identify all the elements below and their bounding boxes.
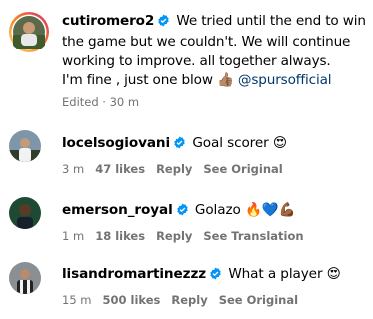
comment-body: lisandromartinezzz What a player 😍 bbox=[62, 266, 341, 284]
fire-heart-muscle-emoji: 🔥💙💪🏾 bbox=[244, 202, 296, 218]
reply-button[interactable]: Reply bbox=[156, 162, 192, 176]
post-caption: cutiromero2 We tried until the end to wi… bbox=[62, 12, 370, 90]
thumbs-up-emoji: 👍🏽 bbox=[216, 72, 234, 88]
mention-link[interactable]: @spursofficial bbox=[238, 72, 332, 88]
comment-body: emerson_royal Golazo 🔥💙💪🏾 bbox=[62, 202, 296, 220]
comment-text: Golazo bbox=[194, 202, 241, 218]
comment-text: Goal scorer bbox=[192, 135, 269, 151]
comment-time: 3 m bbox=[62, 162, 85, 176]
commenter-username[interactable]: emerson_royal bbox=[62, 202, 173, 218]
author-username[interactable]: cutiromero2 bbox=[62, 13, 154, 29]
comment-likes[interactable]: 18 likes bbox=[95, 229, 145, 243]
commenter-avatar[interactable] bbox=[9, 197, 41, 229]
caption-text-line2: I'm fine , just one blow bbox=[62, 72, 213, 88]
comment-likes[interactable]: 47 likes bbox=[95, 162, 145, 176]
comment-meta: 3 m 47 likes Reply See Original bbox=[62, 162, 294, 176]
commenter-avatar[interactable] bbox=[9, 262, 41, 294]
commenter-avatar[interactable] bbox=[9, 130, 41, 162]
see-translation-button[interactable]: See Translation bbox=[203, 229, 303, 243]
verified-badge-icon bbox=[209, 267, 222, 284]
heart-eyes-emoji: 😍 bbox=[272, 135, 287, 151]
heart-eyes-emoji: 😍 bbox=[326, 266, 341, 282]
verified-badge-icon bbox=[176, 203, 189, 220]
edited-timestamp: Edited · 30 m bbox=[62, 95, 140, 109]
comment-text: What a player bbox=[228, 266, 323, 282]
comment-likes[interactable]: 500 likes bbox=[103, 293, 161, 307]
see-original-button[interactable]: See Original bbox=[203, 162, 282, 176]
verified-badge-icon bbox=[173, 136, 186, 153]
reply-button[interactable]: Reply bbox=[156, 229, 192, 243]
reply-button[interactable]: Reply bbox=[171, 293, 207, 307]
comment-time: 1 m bbox=[62, 229, 85, 243]
commenter-username[interactable]: locelsogiovani bbox=[62, 135, 170, 151]
comment-meta: 1 m 18 likes Reply See Translation bbox=[62, 229, 315, 243]
verified-badge-icon bbox=[157, 14, 170, 33]
see-original-button[interactable]: See Original bbox=[219, 293, 298, 307]
post-caption-and-comments: cutiromero2 We tried until the end to wi… bbox=[0, 0, 373, 319]
comment-body: locelsogiovani Goal scorer 😍 bbox=[62, 135, 287, 153]
commenter-username[interactable]: lisandromartinezzz bbox=[62, 266, 206, 282]
author-avatar[interactable] bbox=[8, 11, 50, 53]
comment-meta: 15 m 500 likes Reply See Original bbox=[62, 293, 309, 307]
comment-time: 15 m bbox=[62, 293, 92, 307]
